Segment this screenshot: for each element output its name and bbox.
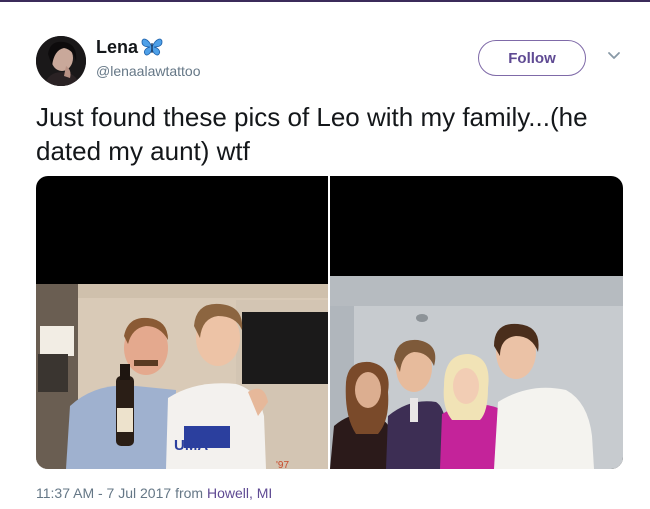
tweet-media[interactable]: UMA '97 <box>36 176 623 469</box>
tweet-text: Just found these pics of Leo with my fam… <box>36 102 588 166</box>
from-label: from <box>175 485 204 501</box>
chevron-down-icon[interactable] <box>606 50 622 62</box>
user-handle[interactable]: @lenaalawtattoo <box>96 63 201 79</box>
photo-date-stamp: '97 <box>276 460 289 469</box>
avatar[interactable] <box>36 36 86 86</box>
user-name-row: Lena <box>96 36 164 58</box>
location-link[interactable]: Howell, MI <box>207 485 272 501</box>
follow-button[interactable]: Follow <box>478 40 586 76</box>
timestamp[interactable]: 11:37 AM - 7 Jul 2017 <box>36 485 171 501</box>
photo-left[interactable]: UMA '97 <box>36 176 328 469</box>
shirt-logo-text: UMA <box>174 437 208 454</box>
top-divider <box>0 0 650 2</box>
user-name[interactable]: Lena <box>96 37 138 58</box>
butterfly-emoji <box>141 38 163 56</box>
tweet-meta: 11:37 AM - 7 Jul 2017 from Howell, MI <box>36 485 272 501</box>
photo-right[interactable] <box>330 176 623 469</box>
